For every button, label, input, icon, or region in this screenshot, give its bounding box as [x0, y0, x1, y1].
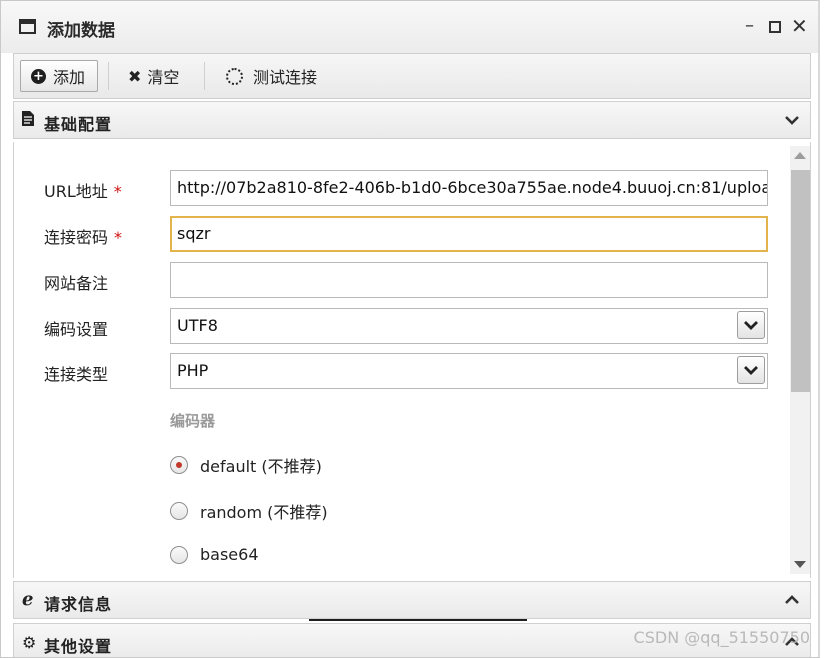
watermark: CSDN @qq_51550750 [633, 628, 810, 647]
chevron-down-icon [744, 321, 758, 330]
toolbar: + 添加 ✖ 清空 测试连接 [13, 53, 811, 99]
dropdown-button[interactable] [737, 311, 765, 339]
add-button[interactable]: + 添加 [20, 60, 98, 92]
plus-circle-icon: + [31, 68, 46, 84]
chevron-down-icon[interactable] [784, 112, 800, 128]
password-label: 连接密码 * [44, 228, 123, 247]
password-input[interactable]: sqzr [170, 216, 768, 252]
encoder-option-random[interactable]: random (不推荐) [170, 499, 328, 523]
dialog-title: 添加数据 [47, 21, 115, 41]
encoder-option-label: base64 [200, 545, 259, 564]
basic-config-panel: URL地址 * http://07b2a810-8fe2-406b-b1d0-6b… [13, 142, 811, 578]
scroll-down-arrow-icon[interactable] [794, 561, 806, 568]
section-title-request: 请求信息 [44, 595, 113, 614]
test-connection-button[interactable]: 测试连接 [226, 60, 317, 92]
required-mark: * [113, 182, 122, 201]
maximize-button[interactable] [769, 21, 781, 33]
close-button[interactable]: ✕ [791, 15, 808, 37]
encoder-option-base64[interactable]: base64 [170, 545, 259, 564]
x-icon: ✖ [128, 66, 142, 86]
window-icon [19, 19, 36, 34]
scrollbar-thumb[interactable] [791, 170, 810, 392]
section-title-basic: 基础配置 [44, 115, 113, 134]
dropdown-button[interactable] [737, 356, 765, 384]
encoder-option-label: random (不推荐) [200, 503, 328, 522]
chevron-up-icon[interactable] [784, 592, 800, 608]
splitter-handle[interactable] [309, 619, 527, 621]
url-input[interactable]: http://07b2a810-8fe2-406b-b1d0-6bce30a75… [170, 170, 768, 206]
clear-button-label: 清空 [147, 68, 180, 87]
encoder-label: 编码器 [170, 412, 216, 430]
section-header-basic[interactable]: 基础配置 [13, 101, 811, 139]
type-label: 连接类型 [44, 365, 109, 384]
document-icon [22, 111, 34, 130]
note-input[interactable] [170, 262, 768, 298]
type-value: PHP [177, 361, 209, 380]
spinner-icon [226, 67, 243, 85]
scroll-up-arrow-icon[interactable] [794, 152, 806, 159]
encoding-label: 编码设置 [44, 320, 109, 339]
required-mark: * [114, 228, 123, 247]
gears-icon: ⚙ [22, 633, 37, 652]
section-title-other: 其他设置 [44, 637, 113, 656]
toolbar-divider [108, 62, 109, 90]
add-data-dialog: 添加数据 – ✕ + 添加 ✖ 清空 测试连接 基础配置 URL地址 * http… [0, 0, 820, 658]
toolbar-divider [204, 62, 205, 90]
chevron-down-icon [744, 366, 758, 375]
radio-button[interactable] [170, 545, 188, 564]
encoder-option-label: default (不推荐) [200, 457, 322, 476]
section-header-request[interactable]: ℯ 请求信息 [13, 581, 811, 619]
radio-button[interactable] [170, 502, 188, 520]
ie-icon: ℯ [22, 589, 34, 610]
encoding-value: UTF8 [177, 316, 218, 335]
type-select[interactable]: PHP [170, 353, 768, 389]
url-label: URL地址 * [44, 182, 122, 201]
minimize-button[interactable]: – [745, 15, 754, 37]
encoding-select[interactable]: UTF8 [170, 308, 768, 344]
clear-button[interactable]: ✖ 清空 [128, 60, 179, 92]
title-bar[interactable]: 添加数据 – ✕ [1, 1, 818, 53]
radio-button[interactable] [170, 456, 188, 474]
test-connection-label: 测试连接 [253, 68, 318, 87]
note-label: 网站备注 [44, 274, 109, 293]
encoder-option-default[interactable]: default (不推荐) [170, 453, 322, 477]
vertical-scrollbar[interactable] [790, 146, 810, 574]
add-button-label: 添加 [53, 68, 86, 87]
